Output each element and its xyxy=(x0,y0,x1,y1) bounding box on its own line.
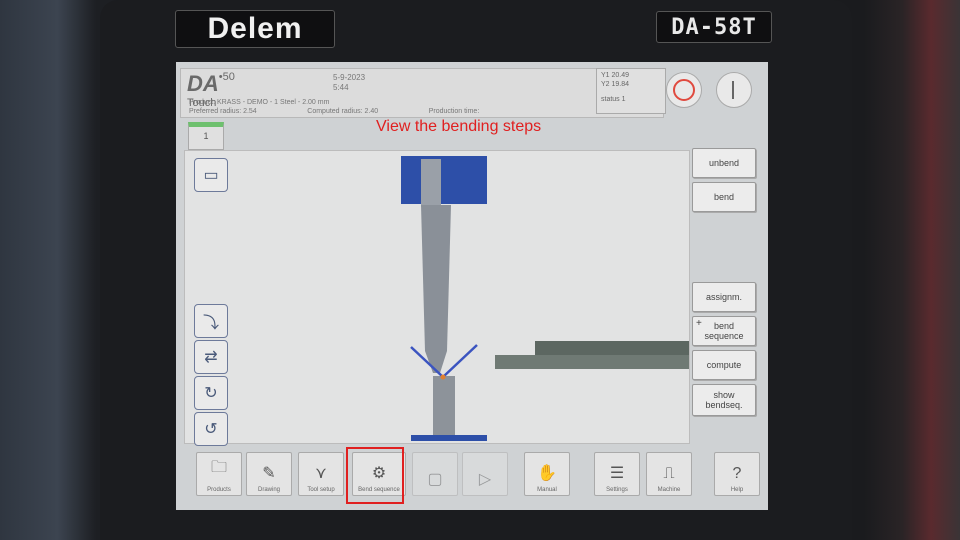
back-gauge xyxy=(495,355,689,369)
overlay-caption: View the bending steps xyxy=(376,118,542,135)
stop-button[interactable] xyxy=(666,72,702,108)
flip-part-icon[interactable]: ⇄ xyxy=(194,340,228,374)
rotate-part-icon[interactable]: ⤵ xyxy=(194,304,228,338)
bend-step-badge[interactable]: 1 xyxy=(188,122,224,150)
controller-screen: DA•50 Touch 5-9-2023 5:44 Product: KRASS -… xyxy=(176,62,768,510)
sheet-right xyxy=(442,344,478,378)
brand-logo: Delem xyxy=(175,10,335,48)
settings-list-icon: ☰ xyxy=(609,465,625,482)
tb-manual[interactable]: ✋ Manual xyxy=(524,452,570,496)
help-icon: ? xyxy=(732,465,742,482)
product-info: Product: KRASS - DEMO - 1 Steel - 2.00 m… xyxy=(189,99,480,115)
date-time: 5-9-2023 5:44 xyxy=(333,73,366,92)
punch-tool xyxy=(421,205,451,373)
axis-values: Y1 20.49 Y2 19.84 status 1 xyxy=(596,68,666,114)
undo-icon[interactable]: ↺ xyxy=(194,412,228,446)
die-tool xyxy=(433,376,455,436)
lower-table xyxy=(411,435,487,441)
bend-sequence-highlight xyxy=(346,447,404,504)
folder-icon: 🗀 xyxy=(210,459,227,476)
tb-step-back[interactable]: ▢ xyxy=(412,452,458,496)
tb-drawing[interactable]: ✎ Drawing xyxy=(246,452,292,496)
tb-tool-setup[interactable]: ⋎ Tool setup xyxy=(298,452,344,496)
model-label: DA-58T xyxy=(656,11,772,43)
tb-play[interactable]: ▷ xyxy=(462,452,508,496)
square-icon: ▢ xyxy=(427,471,443,488)
status-header: DA•50 Touch 5-9-2023 5:44 Product: KRASS -… xyxy=(180,68,664,118)
bend-simulation-canvas xyxy=(184,150,690,444)
show-bendseq-button[interactable]: show bendseq. xyxy=(692,384,756,416)
tb-machine[interactable]: ⎍ Machine xyxy=(646,452,692,496)
frame-icon[interactable]: ▭ xyxy=(194,158,228,192)
punch-holder xyxy=(421,159,441,207)
bottom-toolbar: 🗀 Products ✎ Drawing ⋎ Tool setup ⚙ Bend seq… xyxy=(182,446,762,502)
start-button[interactable] xyxy=(716,72,752,108)
assignm-button[interactable]: assignm. xyxy=(692,282,756,312)
bend-button[interactable]: bend xyxy=(692,182,756,212)
tool-icon: ⋎ xyxy=(315,465,327,482)
compute-button[interactable]: compute xyxy=(692,350,756,380)
bend-sequence-button[interactable]: + bend sequence xyxy=(692,316,756,346)
unbend-button[interactable]: unbend xyxy=(692,148,756,178)
play-icon: ▷ xyxy=(478,471,492,488)
drawing-icon: ✎ xyxy=(262,465,276,482)
hand-icon: ✋ xyxy=(537,465,557,482)
tb-products[interactable]: 🗀 Products xyxy=(196,452,242,496)
machine-icon: ⎍ xyxy=(663,465,675,482)
bend-graphic xyxy=(401,156,689,441)
tb-help[interactable]: ? Help xyxy=(714,452,760,496)
back-gauge-finger xyxy=(535,341,689,355)
turn-part-icon[interactable]: ↻ xyxy=(194,376,228,410)
bend-point xyxy=(440,374,446,380)
tb-settings[interactable]: ☰ Settings xyxy=(594,452,640,496)
upper-clamp xyxy=(401,156,487,204)
